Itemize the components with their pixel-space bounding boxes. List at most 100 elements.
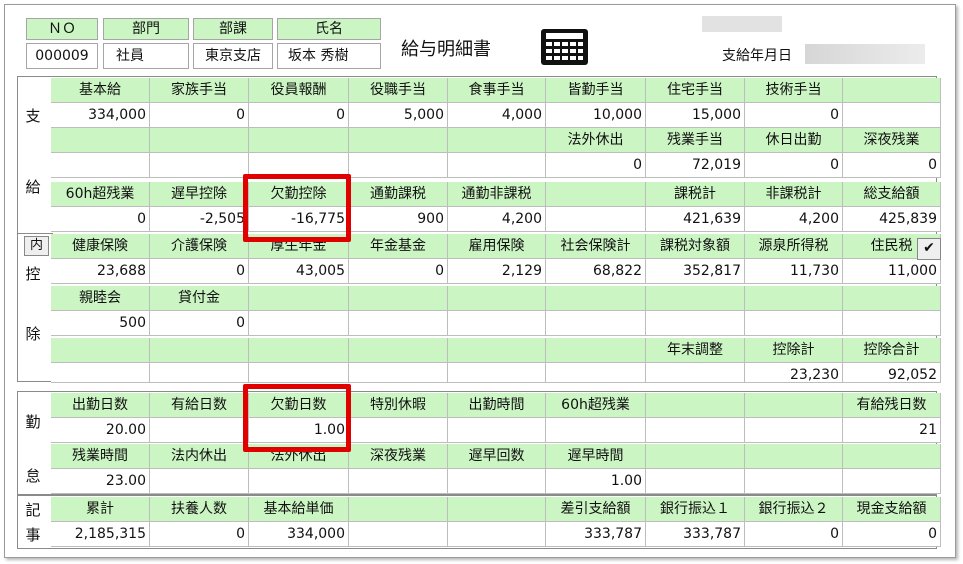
deduct-value-8[interactable]: 23,230 [745,363,843,383]
deduct-value-3[interactable]: 43,005 [249,259,349,284]
attendance-value-6[interactable]: 1.00 [546,469,646,494]
pay-date-field[interactable] [805,44,925,64]
section-char-pay-2: 給 [25,178,41,196]
pay-value-9[interactable]: 425,839 [843,207,941,232]
pay-value-7[interactable]: 72,019 [646,153,745,178]
pay-value-5[interactable] [448,153,546,178]
nai-button[interactable]: 内 [24,236,49,256]
pay-value-2[interactable] [150,153,249,178]
pay-value-8[interactable]: 0 [745,153,843,178]
notes-value-4[interactable] [349,522,448,547]
pay-value-4[interactable]: 900 [349,207,448,232]
employee-no-field[interactable]: 000009 [26,43,98,69]
deduct-value-8[interactable] [745,311,843,336]
attendance-value-1[interactable]: 20.00 [51,418,150,443]
notes-value-6[interactable]: 333,787 [546,522,646,547]
pay-value-6[interactable]: 0 [546,153,646,178]
section-char-attendance-1: 勤 [25,413,41,431]
pay-label-8: 休日出勤 [745,128,843,153]
notes-value-9[interactable]: 0 [843,522,941,547]
pay-value-2[interactable]: 0 [150,103,249,128]
pay-value-8[interactable]: 4,200 [745,207,843,232]
deduct-value-3[interactable] [249,363,349,383]
attendance-value-4[interactable] [349,418,448,443]
pay-value-1[interactable]: 0 [51,207,150,232]
pay-value-5[interactable]: 4,200 [448,207,546,232]
notes-value-3[interactable]: 334,000 [249,522,349,547]
attendance-value-5[interactable] [448,418,546,443]
section-field[interactable]: 東京支店 [193,43,273,69]
pay-value-9[interactable]: 0 [843,153,941,178]
attendance-value-9[interactable]: 21 [843,418,941,443]
pay-value-6[interactable] [546,207,646,232]
notes-value-7[interactable]: 333,787 [646,522,745,547]
department-field[interactable]: 社員 [103,43,189,69]
deduct-label-5 [448,338,546,363]
attendance-label-7 [646,444,745,469]
deduct-value-7[interactable] [646,311,745,336]
employee-name-field[interactable]: 坂本 秀樹 [277,43,381,69]
notes-value-8[interactable]: 0 [745,522,843,547]
deduct-value-9[interactable]: 11,000 [843,259,941,284]
attendance-value-2[interactable] [150,469,249,494]
calculator-icon[interactable] [540,28,589,66]
section-char-pay-1: 支 [25,107,41,125]
deduct-value-2[interactable]: 0 [150,259,249,284]
pay-label-9 [843,78,941,103]
attendance-value-8[interactable] [745,418,843,443]
check-button[interactable]: ✔ [917,238,941,260]
pay-value-9[interactable] [843,103,941,128]
deduct-value-7[interactable]: 352,817 [646,259,745,284]
attendance-value-3[interactable] [249,469,349,494]
pay-value-2[interactable]: -2,505 [150,207,249,232]
deduct-value-9[interactable] [843,311,941,336]
deduct-value-6[interactable]: 68,822 [546,259,646,284]
deduct-value-1[interactable]: 23,688 [51,259,150,284]
deduct-value-5[interactable]: 2,129 [448,259,546,284]
notes-value-1[interactable]: 2,185,315 [51,522,150,547]
attendance-value-6[interactable] [546,418,646,443]
attendance-value-9[interactable] [843,469,941,494]
deduct-value-2[interactable] [150,363,249,383]
deduct-label-8: 源泉所得税 [745,234,843,259]
pay-value-4[interactable] [349,153,448,178]
attendance-value-7[interactable] [646,469,745,494]
deduct-value-4[interactable] [349,311,448,336]
deduct-label-9: 控除合計 [843,338,941,363]
deduct-value-6[interactable] [546,363,646,383]
notes-value-5[interactable] [448,522,546,547]
pay-value-7[interactable]: 421,639 [646,207,745,232]
attendance-value-4[interactable] [349,469,448,494]
pay-value-1[interactable] [51,153,150,178]
attendance-value-8[interactable] [745,469,843,494]
deduct-value-4[interactable] [349,363,448,383]
notes-value-2[interactable]: 0 [150,522,249,547]
deduct-value-5[interactable] [448,311,546,336]
attendance-label-9 [843,444,941,469]
deduct-value-3[interactable] [249,311,349,336]
pay-value-6[interactable]: 10,000 [546,103,646,128]
deduct-value-2[interactable]: 0 [150,311,249,336]
deduct-label-1: 親睦会 [51,286,150,311]
pay-value-7[interactable]: 15,000 [646,103,745,128]
pay-value-8[interactable]: 0 [745,103,843,128]
pay-value-4[interactable]: 5,000 [349,103,448,128]
deduct-value-5[interactable] [448,363,546,383]
attendance-value-1[interactable]: 23.00 [51,469,150,494]
notes-label-5 [448,497,546,522]
deduct-value-1[interactable] [51,363,150,383]
pay-value-3[interactable]: 0 [249,103,349,128]
attendance-value-7[interactable] [646,418,745,443]
pay-value-5[interactable]: 4,000 [448,103,546,128]
attendance-value-5[interactable] [448,469,546,494]
deduct-value-8[interactable]: 11,730 [745,259,843,284]
pay-label-5 [448,128,546,153]
deduct-value-9[interactable]: 92,052 [843,363,941,383]
pay-label-5: 通勤非課税 [448,182,546,207]
deduct-value-7[interactable] [646,363,745,383]
deduct-value-1[interactable]: 500 [51,311,150,336]
attendance-value-2[interactable] [150,418,249,443]
deduct-value-4[interactable]: 0 [349,259,448,284]
deduct-value-6[interactable] [546,311,646,336]
pay-value-1[interactable]: 334,000 [51,103,150,128]
